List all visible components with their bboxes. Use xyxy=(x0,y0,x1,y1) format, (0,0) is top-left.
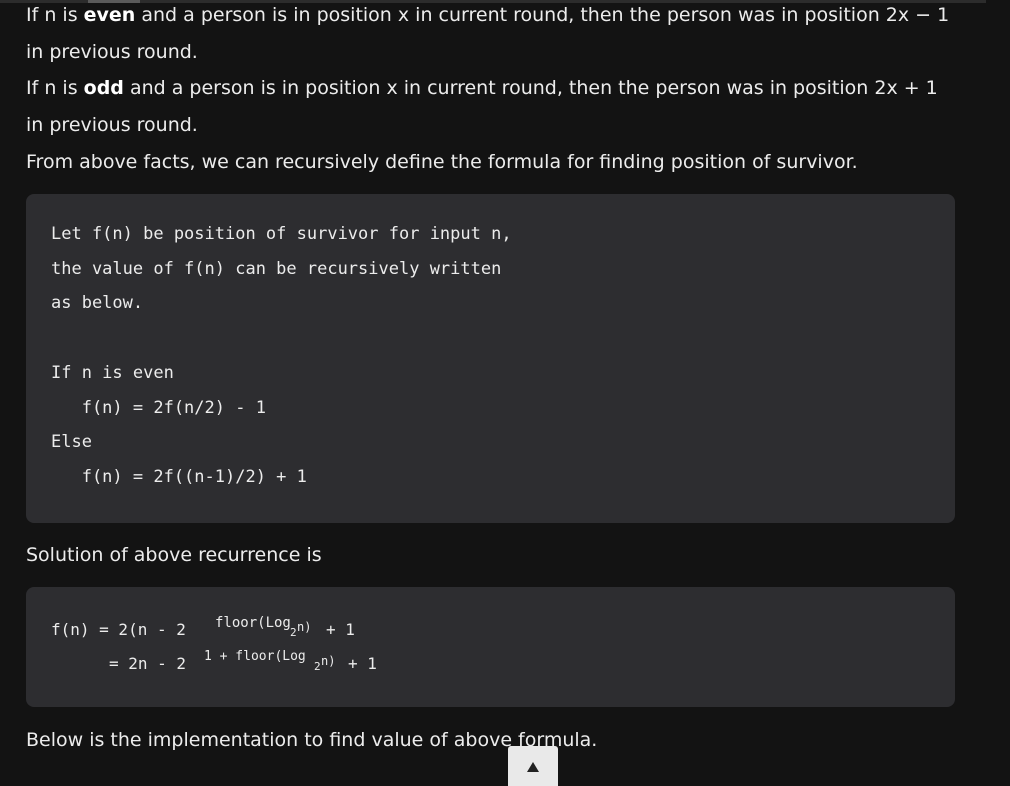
formula-line-2-sub: 2 xyxy=(314,660,321,673)
para-even-bold: even xyxy=(83,4,136,26)
para-odd-line2: in previous round. xyxy=(26,114,198,136)
para-odd-pre: If n is xyxy=(26,77,84,99)
code-line-2: the value of f(n) can be recursively wri… xyxy=(51,259,502,279)
formula-line-1-sub: 2 xyxy=(290,626,297,639)
code-line-1: Let f(n) be position of survivor for inp… xyxy=(51,224,512,244)
code-line-6: Else xyxy=(51,432,92,452)
formula-line-2-start: = 2n - 2 xyxy=(109,654,187,673)
para-even-pre: If n is xyxy=(26,4,84,26)
code-line-5: f(n) = 2f(n/2) - 1 xyxy=(51,398,266,418)
paragraph-odd: If n is odd and a person is in position … xyxy=(26,70,976,144)
formula-line-1-start: f(n) = 2(n - 2 xyxy=(51,620,186,639)
formula-line-1-sup: floor(Log xyxy=(215,615,291,631)
code-line-4: If n is even xyxy=(51,363,174,383)
paragraph-even: If n is even and a person is in position… xyxy=(26,0,976,71)
scroll-to-top-button[interactable] xyxy=(508,746,558,786)
para-even-post: and a person is in position x in current… xyxy=(135,4,950,26)
formula-line-1-end: + 1 xyxy=(326,620,355,639)
paragraph-facts: From above facts, we can recursively def… xyxy=(26,151,858,173)
code-line-3: as below. xyxy=(51,293,144,313)
code-block-recursion: Let f(n) be position of survivor for inp… xyxy=(26,194,955,523)
up-arrow-icon xyxy=(527,762,539,772)
para-odd-bold: odd xyxy=(83,77,124,99)
code-block-solution: f(n) = 2(n - 2 floor(Log 2 n) + 1 = 2n -… xyxy=(26,587,955,707)
formula-line-2-sup: 1 + floor(Log xyxy=(204,649,306,664)
formula-line-1-sup-end: n) xyxy=(297,620,312,634)
formula-line-2-sup-end: n) xyxy=(321,654,336,668)
code-line-7: f(n) = 2f((n-1)/2) + 1 xyxy=(51,467,307,487)
para-odd-post: and a person is in position x in current… xyxy=(123,77,938,99)
paragraph-solution: Solution of above recurrence is xyxy=(26,544,322,566)
formula-line-2-end: + 1 xyxy=(348,654,377,673)
para-even-line2: in previous round. xyxy=(26,41,198,63)
paragraph-implementation: Below is the implementation to find valu… xyxy=(26,729,598,751)
